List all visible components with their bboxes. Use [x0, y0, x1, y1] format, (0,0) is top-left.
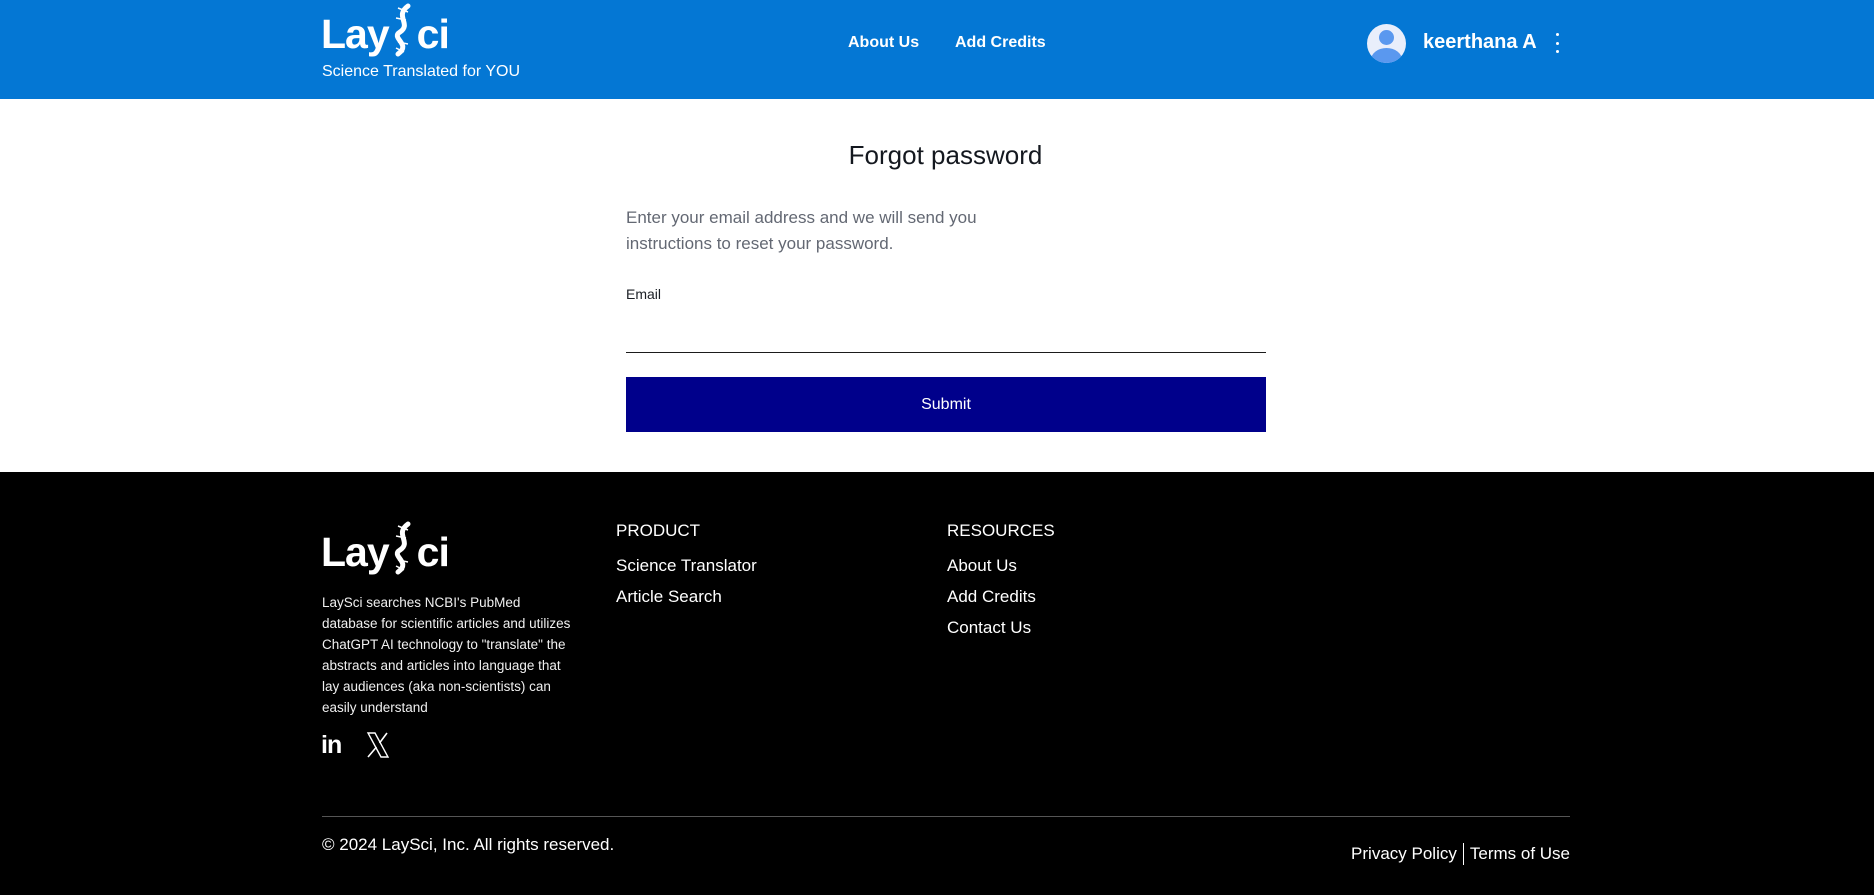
- more-options-icon[interactable]: [1550, 33, 1564, 53]
- privacy-policy-link[interactable]: Privacy Policy: [1351, 844, 1457, 864]
- form-description: Enter your email address and we will sen…: [626, 208, 977, 253]
- logo-text-lay: Lay: [321, 11, 390, 57]
- nav-about-us[interactable]: About Us: [848, 34, 919, 52]
- link-article-search[interactable]: Article Search: [616, 587, 722, 607]
- product-heading: PRODUCT: [616, 521, 701, 540]
- legal-separator: [1462, 843, 1464, 865]
- copyright: © 2024 LaySci, Inc. All rights reserved.: [322, 835, 615, 854]
- user-icon-body: [1371, 48, 1402, 63]
- resources-heading: RESOURCES: [947, 521, 1055, 540]
- linkedin-icon[interactable]: in: [321, 732, 347, 758]
- nav-add-credits[interactable]: Add Credits: [955, 34, 1046, 52]
- footer-logo-text-lay: Lay: [321, 529, 390, 575]
- dna-helix-icon: [390, 2, 416, 58]
- avatar[interactable]: [1367, 24, 1406, 63]
- link-science-translator[interactable]: Science Translator: [616, 556, 757, 576]
- logo[interactable]: Lay ci: [321, 2, 450, 58]
- site-footer: Lay ci LaySci searches NCBI's PubMed dat…: [0, 472, 1874, 895]
- link-about-us[interactable]: About Us: [947, 556, 1017, 576]
- footer-description: LaySci searches NCBI's PubMed database f…: [322, 595, 571, 715]
- footer-logo-text-ci: ci: [416, 529, 450, 575]
- footer-divider: [322, 816, 1570, 817]
- footer-logo[interactable]: Lay ci: [321, 520, 450, 576]
- link-add-credits[interactable]: Add Credits: [947, 587, 1036, 607]
- submit-button[interactable]: Submit: [626, 377, 1266, 432]
- logo-text-ci: ci: [416, 11, 450, 57]
- legal-links: Privacy Policy Terms of Use: [1351, 843, 1570, 865]
- email-label: Email: [626, 286, 662, 302]
- dna-helix-icon: [390, 520, 416, 576]
- site-header: Lay ci Science Translated for YOU About …: [0, 0, 1874, 99]
- link-contact-us[interactable]: Contact Us: [947, 618, 1031, 638]
- tagline: Science Translated for YOU: [322, 63, 521, 80]
- terms-of-use-link[interactable]: Terms of Use: [1470, 844, 1570, 864]
- user-name[interactable]: keerthana A: [1423, 31, 1537, 54]
- email-input[interactable]: [626, 305, 1266, 353]
- page-title: Forgot password: [848, 140, 1043, 170]
- x-twitter-icon[interactable]: [366, 732, 392, 758]
- user-icon-head: [1379, 30, 1394, 45]
